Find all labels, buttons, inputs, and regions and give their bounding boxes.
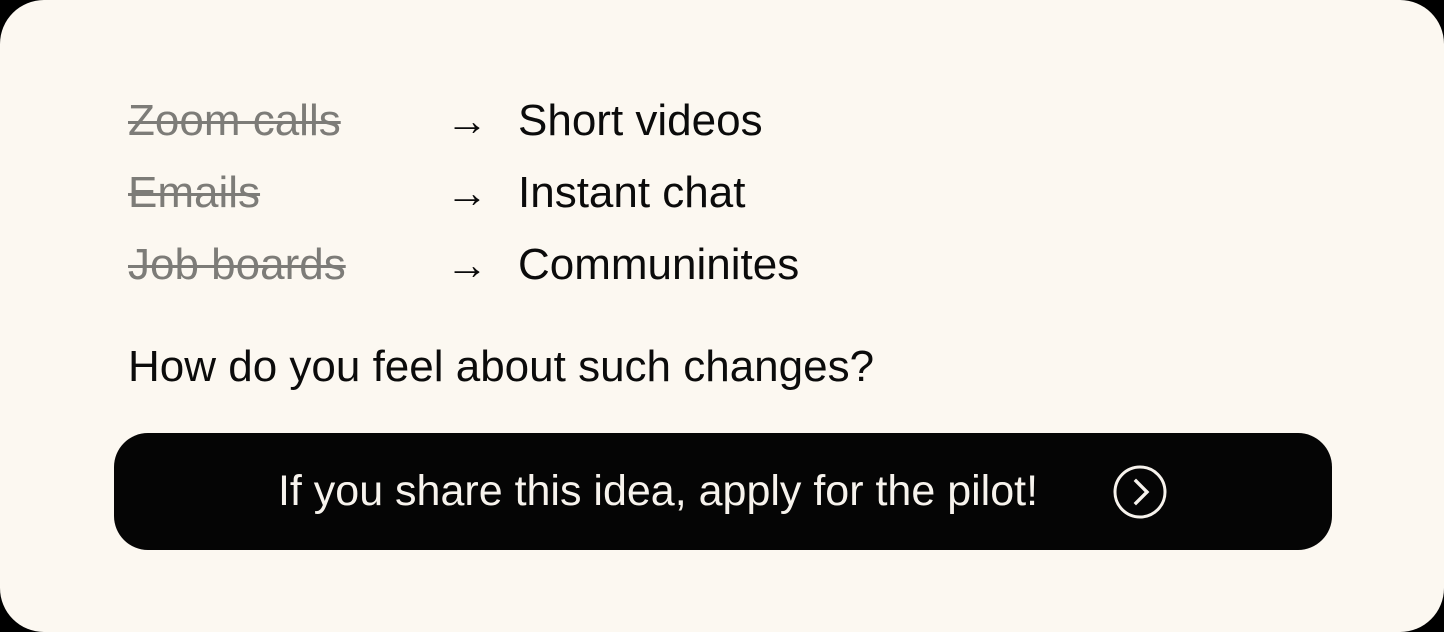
new-practice-label: Instant chat	[518, 168, 746, 217]
transition-list: Zoom calls → Short videos Emails → Insta…	[128, 99, 799, 315]
arrow-right-icon: →	[446, 169, 488, 216]
old-practice-label: Emails	[128, 168, 261, 217]
old-practice-label: Zoom calls	[128, 96, 341, 145]
arrow-right-icon: →	[446, 97, 488, 144]
transition-row: Zoom calls → Short videos	[128, 99, 799, 171]
poll-card: Zoom calls → Short videos Emails → Insta…	[0, 0, 1444, 632]
arrow-right-icon: →	[446, 241, 488, 288]
new-practice-label: Short videos	[518, 96, 763, 145]
question-text: How do you feel about such changes?	[128, 342, 875, 391]
chevron-right-circle-icon	[1113, 465, 1167, 518]
transition-row: Emails → Instant chat	[128, 171, 799, 243]
transition-row: Job boards → Communinites	[128, 243, 799, 315]
apply-for-pilot-button[interactable]: If you share this idea, apply for the pi…	[114, 433, 1332, 550]
apply-for-pilot-label: If you share this idea, apply for the pi…	[277, 467, 1039, 515]
new-practice-label: Communinites	[518, 240, 800, 289]
old-practice-label: Job boards	[128, 240, 346, 289]
